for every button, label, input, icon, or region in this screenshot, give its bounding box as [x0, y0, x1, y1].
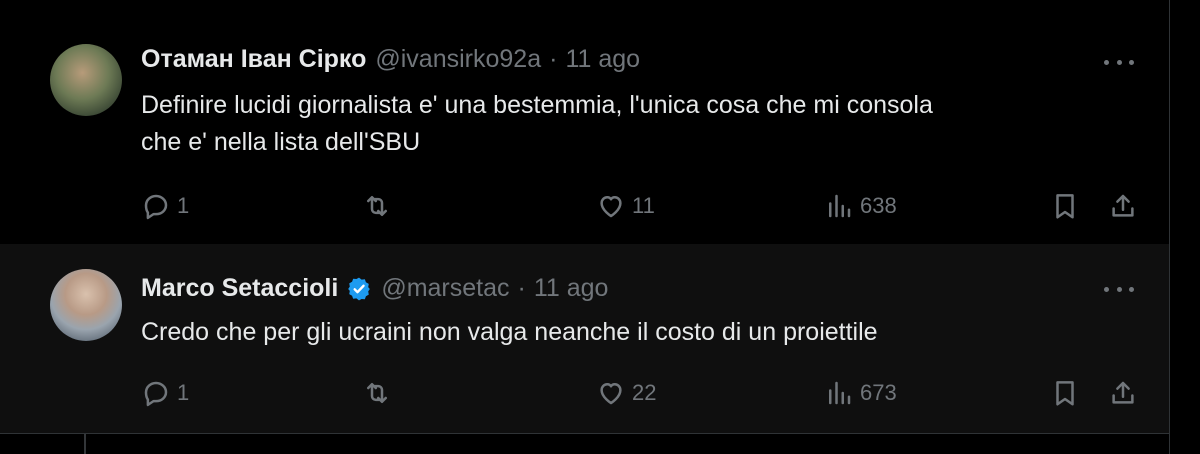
- more-horizontal-icon[interactable]: [1104, 284, 1134, 294]
- like-button[interactable]: 11: [596, 191, 655, 221]
- reply-icon: [144, 194, 168, 220]
- tweet[interactable]: Marco Setaccioli @marsetac · 11 ago Cred…: [0, 244, 1169, 434]
- views-count: 673: [860, 380, 897, 405]
- bookmark-button[interactable]: [1050, 378, 1080, 408]
- handle[interactable]: @ivansirko92a: [375, 45, 541, 74]
- tweet-text: Definire lucidi giornalista e' una beste…: [141, 87, 1141, 161]
- like-count: 11: [632, 193, 655, 218]
- heart-icon: [600, 383, 622, 405]
- reply-count: 1: [177, 380, 190, 405]
- tweet-header: Отаман Іван Сірко @ivansirko92a · 11 ago: [141, 45, 640, 74]
- action-bar: 1 11 638: [0, 187, 1169, 223]
- top-divider: [0, 0, 1170, 17]
- verified-badge-icon[interactable]: [346, 276, 372, 302]
- bookmark-button[interactable]: [1050, 191, 1080, 221]
- bookmark-icon: [1056, 194, 1074, 219]
- views-icon: [829, 194, 851, 218]
- share-icon: [1112, 381, 1134, 404]
- tweet-text-line: che e' nella lista dell'SBU: [141, 128, 421, 156]
- tweet-text: Credo che per gli ucraini non valga nean…: [141, 314, 1141, 351]
- reply-icon: [144, 381, 168, 407]
- reply-button[interactable]: 1: [141, 191, 189, 221]
- handle[interactable]: @marsetac: [381, 274, 509, 303]
- like-count: 22: [632, 380, 657, 405]
- tweet-text-line: Credo che per gli ucraini non valga nean…: [141, 318, 878, 346]
- views-button[interactable]: 673: [824, 378, 897, 408]
- timestamp[interactable]: 11 ago: [565, 45, 640, 74]
- display-name[interactable]: Marco Setaccioli: [141, 274, 338, 303]
- more-horizontal-icon[interactable]: [1104, 57, 1134, 67]
- repost-button[interactable]: [362, 191, 398, 221]
- timestamp[interactable]: 11 ago: [534, 274, 609, 303]
- heart-icon: [600, 196, 622, 218]
- display-name[interactable]: Отаман Іван Сірко: [141, 45, 366, 74]
- repost-icon: [367, 383, 387, 403]
- views-count: 638: [860, 193, 897, 218]
- tweet-header: Marco Setaccioli @marsetac · 11 ago: [141, 274, 608, 303]
- action-bar: 1 22 673: [0, 374, 1169, 410]
- repost-icon: [367, 196, 387, 216]
- repost-button[interactable]: [362, 378, 398, 408]
- avatar[interactable]: [50, 269, 122, 341]
- share-button[interactable]: [1108, 378, 1138, 408]
- separator-dot: ·: [517, 274, 526, 302]
- like-button[interactable]: 22: [596, 378, 656, 408]
- tweet-text-line: Definire lucidi giornalista e' una beste…: [141, 91, 933, 119]
- views-button[interactable]: 638: [824, 191, 897, 221]
- share-icon: [1112, 194, 1134, 217]
- reply-count: 1: [177, 193, 190, 218]
- share-button[interactable]: [1108, 191, 1138, 221]
- reply-button[interactable]: 1: [141, 378, 189, 408]
- bookmark-icon: [1056, 381, 1074, 406]
- separator-dot: ·: [549, 45, 558, 73]
- tweet[interactable]: Отаман Іван Сірко @ivansirko92a · 11 ago…: [0, 17, 1169, 244]
- views-icon: [829, 381, 851, 405]
- avatar[interactable]: [50, 44, 122, 116]
- timeline-border: [1169, 0, 1170, 454]
